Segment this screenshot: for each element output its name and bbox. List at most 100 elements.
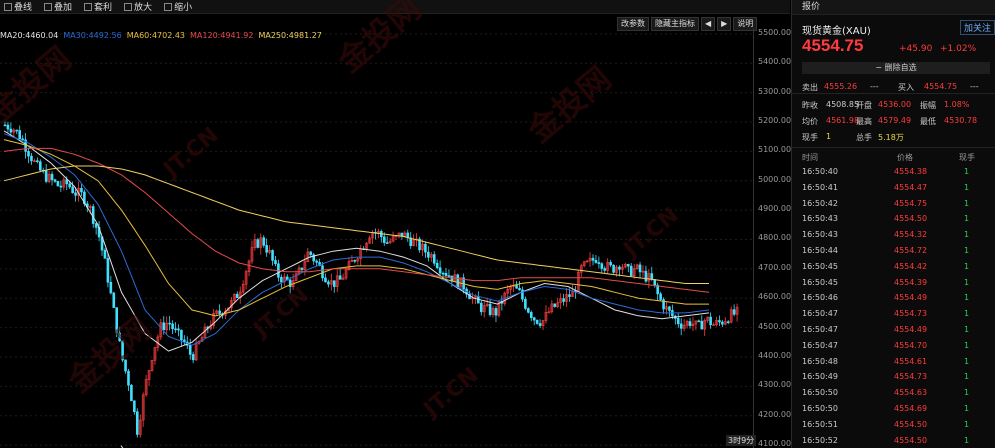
- candle: [591, 257, 595, 261]
- candle: [3, 124, 7, 127]
- tick-table-header: 时间 价格 现手: [802, 153, 975, 162]
- candle: [124, 359, 127, 372]
- candle: [18, 130, 22, 140]
- candle: [535, 319, 539, 324]
- candle: [494, 308, 498, 316]
- candle: [36, 160, 39, 163]
- candle: [668, 306, 671, 311]
- candle: [650, 273, 654, 280]
- quote-stat-row: 现手 1 总手 5.18万: [802, 132, 904, 142]
- instrument-name: 现货黄金(XAU): [802, 26, 871, 37]
- tick-row: 16:50:49 4554.73 1: [802, 372, 970, 382]
- toolbar-item[interactable]: 缩小: [164, 0, 192, 13]
- candle: [68, 183, 71, 188]
- tick-row: 16:50:47 4554.73 1: [802, 309, 970, 319]
- candle: [488, 303, 492, 315]
- candle: [15, 129, 19, 132]
- toolbar-item[interactable]: 叠线: [4, 0, 32, 13]
- tick-row: 16:50:47 4554.70 1: [802, 340, 970, 350]
- candle: [718, 320, 721, 323]
- candle: [382, 236, 386, 243]
- candle: [162, 322, 166, 331]
- candle: [532, 317, 536, 321]
- candle: [444, 272, 448, 276]
- candle: [133, 400, 136, 413]
- follow-button[interactable]: 加关注: [959, 20, 995, 35]
- delete-watchlist-button[interactable]: − 删除自选: [802, 62, 990, 74]
- quote-panel: 报价 现货黄金(XAU) 加关注 4554.75 +45.90 +1.02% −…: [791, 0, 995, 448]
- price-axis-label: 5200.00: [758, 115, 792, 125]
- candle: [447, 275, 451, 277]
- candle: [409, 237, 413, 247]
- candle: [600, 263, 604, 269]
- price-axis-label: 4500.00: [758, 321, 792, 331]
- candle: [456, 274, 460, 288]
- candle: [441, 272, 445, 275]
- candle: [180, 329, 183, 341]
- candle: [109, 281, 113, 294]
- price-change: +45.90: [899, 44, 933, 54]
- candle: [274, 260, 277, 265]
- candle: [594, 260, 598, 263]
- toolbar-item[interactable]: 放大: [124, 0, 152, 13]
- last-price: 4554.75: [802, 36, 864, 55]
- candle: [188, 344, 192, 355]
- candle: [435, 262, 439, 269]
- candle: [309, 251, 313, 256]
- tick-row: 16:50:46 4554.49 1: [802, 293, 970, 303]
- panel-title: 报价: [792, 0, 995, 15]
- candle: [626, 264, 630, 267]
- params-button[interactable]: 改参数: [617, 17, 649, 31]
- candle: [71, 186, 74, 194]
- candle: [136, 411, 139, 435]
- candle: [265, 245, 268, 253]
- candle: [321, 265, 324, 279]
- candle: [332, 280, 336, 287]
- ma-legend: MA20:4460.04 MA30:4492.56 MA60:4702.43 MA12…: [0, 31, 322, 40]
- candle: [21, 138, 24, 141]
- ma-line-ma20: [3, 130, 710, 352]
- tick-row: 16:50:40 4554.38 1: [802, 167, 970, 176]
- candle: [115, 307, 119, 334]
- candle: [53, 179, 57, 182]
- toolbar-item[interactable]: 叠加: [44, 0, 72, 13]
- price-axis-label: 4600.00: [758, 292, 792, 302]
- candle: [38, 161, 42, 171]
- tick-row: 16:50:51 4554.50 1: [802, 419, 970, 429]
- candle: [44, 170, 48, 182]
- candle: [553, 303, 557, 307]
- candle: [235, 293, 239, 298]
- candle: [271, 250, 274, 261]
- candle: [562, 298, 565, 302]
- tick-row: 16:50:45 4554.39 1: [802, 277, 970, 287]
- scroll-right-button[interactable]: ▶: [717, 17, 732, 31]
- candle: [676, 318, 680, 325]
- toolbar-item[interactable]: 套利: [84, 0, 112, 13]
- kline-chart[interactable]: 4097.99: [0, 28, 753, 448]
- scroll-left-button[interactable]: ◀: [701, 17, 716, 31]
- arbitrage-icon: [84, 2, 93, 11]
- candle: [121, 340, 124, 361]
- candle: [112, 292, 116, 308]
- candle: [527, 308, 530, 313]
- candle: [688, 321, 692, 326]
- candle: [9, 128, 13, 133]
- candle: [427, 251, 430, 258]
- candle: [659, 293, 662, 300]
- candle: [327, 281, 330, 285]
- candle: [721, 321, 724, 325]
- candle: [262, 237, 266, 246]
- candle: [679, 323, 683, 329]
- candle: [6, 124, 10, 130]
- candle: [191, 354, 195, 361]
- candle: [515, 285, 518, 289]
- candle: [30, 155, 33, 162]
- hide-indicator-button[interactable]: 隐藏主指标: [651, 17, 699, 31]
- price-axis-label: 5100.00: [758, 145, 792, 155]
- candle: [103, 249, 107, 259]
- price-axis-label: 5400.00: [758, 57, 792, 67]
- candle: [385, 242, 389, 244]
- candle: [618, 266, 621, 270]
- candle: [315, 260, 318, 263]
- candle: [94, 223, 98, 228]
